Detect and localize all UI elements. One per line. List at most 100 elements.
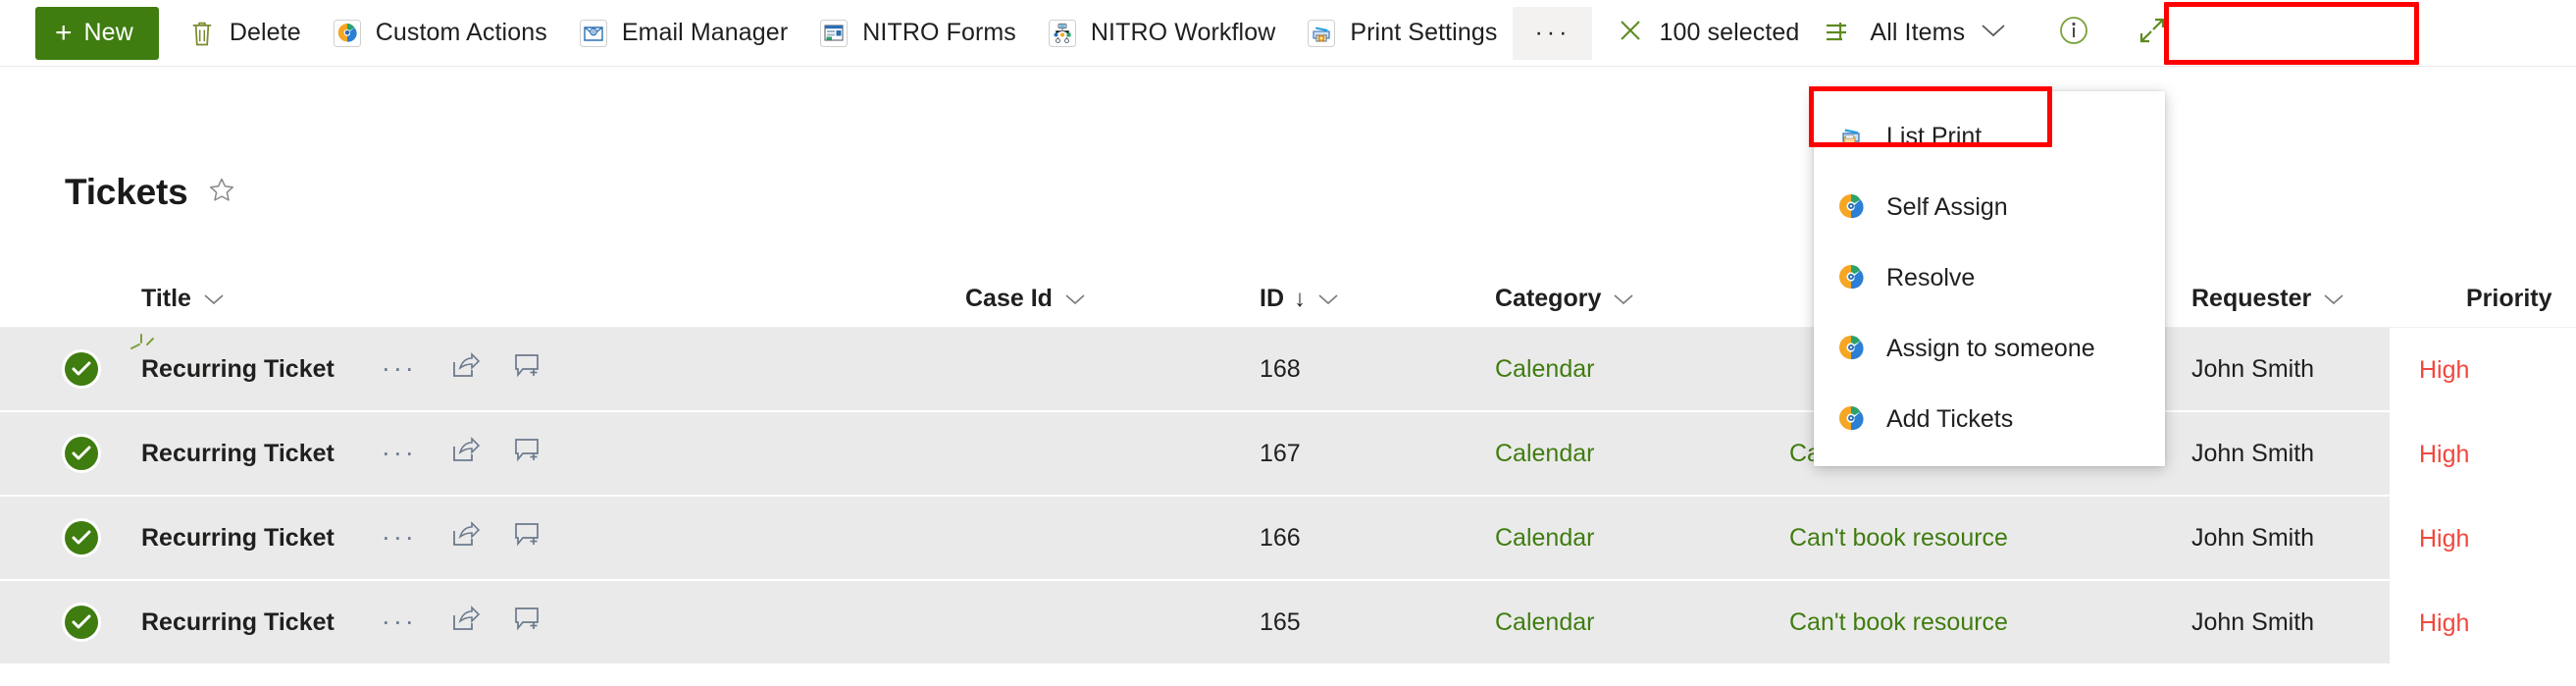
column-header-requester[interactable]: Requester	[2191, 285, 2466, 313]
view-list-icon	[1825, 21, 1856, 46]
print-settings-icon	[1307, 19, 1336, 48]
column-header-case-id[interactable]: Case Id	[965, 285, 1260, 313]
row-category-cell[interactable]: Calendar	[1495, 355, 1789, 384]
share-icon[interactable]	[450, 605, 480, 640]
menu-item-list-print-label: List Print	[1886, 122, 1983, 150]
add-comment-icon[interactable]	[513, 437, 542, 471]
delete-button-label: Delete	[229, 19, 301, 46]
menu-item-assign-to-someone-label: Assign to someone	[1886, 334, 2095, 362]
overflow-menu-button[interactable]: ···	[1513, 6, 1593, 60]
chevron-down-icon	[1064, 285, 1086, 313]
row-priority-cell: High	[2390, 412, 2576, 497]
row-select-cell[interactable]	[65, 437, 141, 470]
table-row[interactable]: Recurring Ticket ··· 166 Calendar Can't …	[0, 497, 2576, 581]
column-header-id-label: ID	[1260, 285, 1284, 312]
nitro-forms-label: NITRO Forms	[862, 19, 1016, 46]
share-icon[interactable]	[450, 436, 480, 471]
custom-actions-button[interactable]: Custom Actions	[317, 7, 563, 60]
add-comment-icon[interactable]	[513, 352, 542, 387]
row-id-cell: 168	[1260, 354, 1301, 383]
row-selected-checkbox[interactable]	[65, 521, 98, 554]
menu-item-self-assign[interactable]: Self Assign	[1814, 172, 2165, 242]
sort-descending-icon: ↓	[1294, 285, 1306, 312]
chevron-down-icon	[2323, 285, 2344, 313]
page-title-row: Tickets	[65, 172, 236, 213]
chevron-down-icon	[1613, 285, 1634, 313]
row-select-cell[interactable]	[65, 606, 141, 639]
menu-item-add-tickets[interactable]: Add Tickets	[1814, 384, 2165, 454]
row-select-cell[interactable]	[65, 521, 141, 554]
menu-item-assign-to-someone[interactable]: Assign to someone	[1814, 313, 2165, 384]
chevron-down-icon	[203, 285, 225, 313]
share-icon[interactable]	[450, 520, 480, 555]
row-priority-cell: High	[2390, 497, 2576, 581]
more-actions-icon[interactable]: ···	[382, 354, 417, 384]
target-icon	[1835, 262, 1880, 293]
print-settings-label: Print Settings	[1350, 19, 1498, 46]
nitro-forms-button[interactable]: NITRO Forms	[803, 7, 1032, 60]
row-category-cell[interactable]: Calendar	[1495, 524, 1789, 553]
column-header-category[interactable]: Category	[1495, 285, 1789, 313]
more-actions-icon[interactable]: ···	[382, 523, 417, 553]
share-icon[interactable]	[450, 351, 480, 387]
row-title-cell[interactable]: Recurring Ticket ···	[130, 333, 965, 387]
row-title-cell[interactable]: Recurring Ticket ···	[141, 605, 965, 640]
nitro-workflow-button[interactable]: NITRO Workflow	[1032, 7, 1291, 60]
selection-count-label: 100 selected	[1659, 19, 1800, 46]
row-priority-cell: High	[2390, 328, 2576, 412]
menu-item-resolve[interactable]: Resolve	[1814, 242, 2165, 313]
print-settings-button[interactable]: Print Settings	[1291, 7, 1513, 60]
row-selected-checkbox[interactable]	[65, 437, 98, 470]
add-comment-icon[interactable]	[513, 521, 542, 555]
email-manager-button[interactable]: @ Email Manager	[563, 7, 803, 60]
more-actions-icon[interactable]: ···	[382, 607, 417, 637]
selection-count-group[interactable]: 100 selected	[1600, 7, 1811, 60]
menu-item-list-print[interactable]: List Print	[1814, 101, 2165, 172]
command-bar: + New Delete Custom Actions @ Email Mana…	[0, 0, 2576, 67]
row-description-cell[interactable]: Can't book resource	[1789, 608, 2191, 637]
view-switcher-button[interactable]: All Items	[1811, 7, 2020, 60]
row-selected-checkbox[interactable]	[65, 606, 98, 639]
target-icon	[1835, 191, 1880, 223]
row-category-cell[interactable]: Calendar	[1495, 608, 1789, 637]
new-button[interactable]: + New	[35, 6, 159, 60]
chevron-down-icon	[1981, 23, 2006, 43]
expand-icon	[2136, 14, 2169, 52]
close-icon	[1616, 16, 1645, 50]
more-actions-icon[interactable]: ···	[382, 439, 417, 468]
new-item-indicator-icon	[128, 333, 161, 367]
view-switcher-label: All Items	[1870, 19, 1966, 46]
column-header-title[interactable]: Title	[141, 285, 965, 313]
email-manager-icon: @	[579, 19, 608, 48]
info-button[interactable]	[2047, 7, 2100, 60]
row-actions: ···	[382, 605, 576, 640]
delete-button[interactable]: Delete	[173, 7, 317, 60]
star-outline-icon[interactable]	[207, 176, 236, 210]
plus-icon: +	[55, 16, 73, 49]
menu-item-self-assign-label: Self Assign	[1886, 192, 2008, 221]
column-header-id[interactable]: ID ↓	[1260, 285, 1495, 313]
table-row[interactable]: Recurring Ticket ··· 167 Calendar Can't …	[0, 412, 2576, 497]
row-description-cell[interactable]: Can't book resource	[1789, 524, 2191, 553]
chevron-down-icon	[1317, 285, 1339, 313]
expand-button[interactable]	[2126, 7, 2179, 60]
column-header-priority-label: Priority	[2466, 285, 2552, 312]
row-id-cell: 166	[1260, 523, 1301, 552]
row-actions: ···	[382, 436, 576, 471]
table-row[interactable]: Recurring Ticket ··· 165 Calendar Can't …	[0, 581, 2576, 665]
new-button-label: New	[83, 19, 133, 46]
row-priority-cell: High	[2390, 581, 2576, 665]
column-header-title-label: Title	[141, 285, 191, 312]
target-icon	[1835, 333, 1880, 364]
row-selected-checkbox[interactable]	[65, 352, 98, 386]
add-comment-icon[interactable]	[513, 606, 542, 640]
menu-item-add-tickets-label: Add Tickets	[1886, 404, 2014, 433]
row-category-cell[interactable]: Calendar	[1495, 440, 1789, 468]
row-title-cell[interactable]: Recurring Ticket ···	[141, 520, 965, 555]
table-row[interactable]: Recurring Ticket ··· 168 Calendar John S…	[0, 328, 2576, 412]
column-header-case-id-label: Case Id	[965, 285, 1053, 312]
custom-actions-icon	[333, 19, 362, 48]
svg-text:@: @	[591, 29, 595, 35]
row-title-cell[interactable]: Recurring Ticket ···	[141, 436, 965, 471]
column-header-priority[interactable]: Priority	[2466, 285, 2576, 313]
